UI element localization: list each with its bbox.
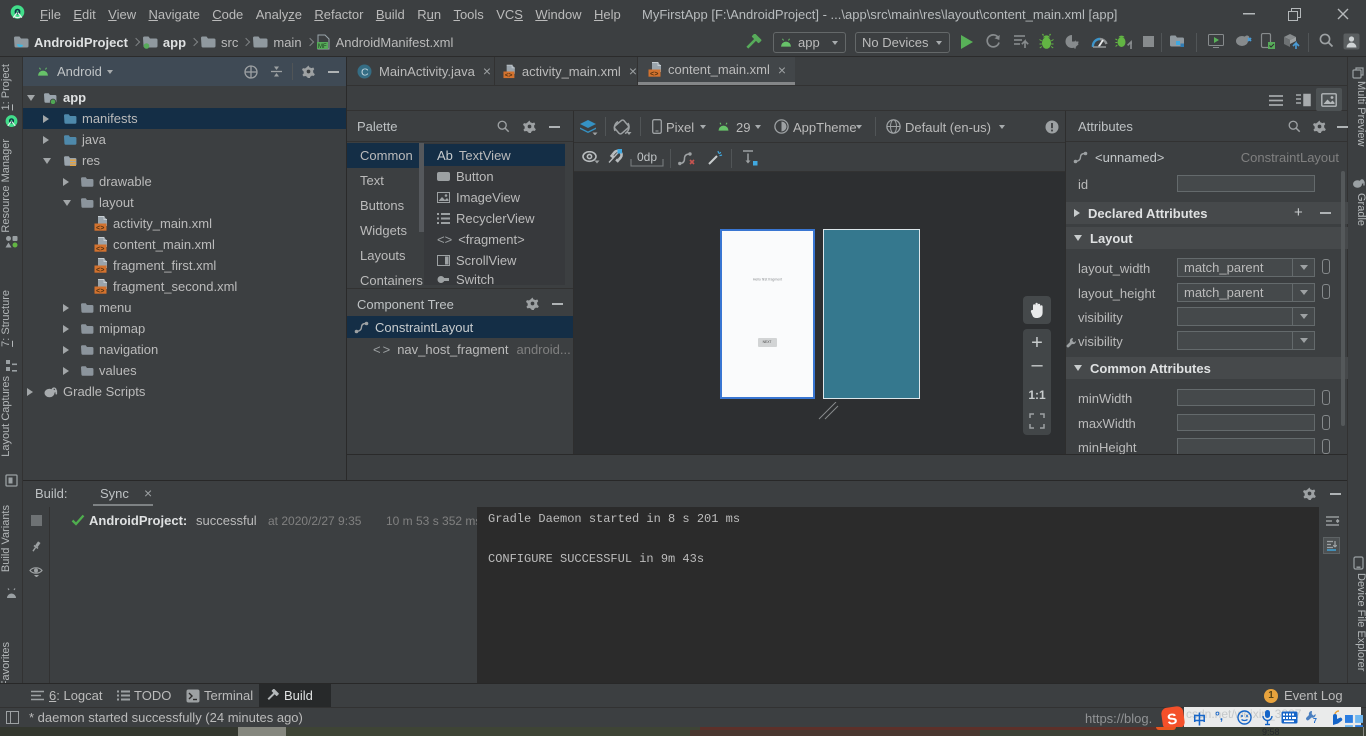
svg-text:<>: <> [650,71,658,77]
svg-text:<>: <> [96,267,104,273]
svg-text:MF: MF [318,44,327,50]
svg-text:<>: <> [96,246,104,252]
svg-text:<>: <> [505,72,513,79]
svg-text:7: 7 [1313,718,1317,725]
svg-text:<>: <> [96,225,104,231]
svg-text:<>: <> [96,288,104,294]
svg-text:C: C [361,66,369,78]
